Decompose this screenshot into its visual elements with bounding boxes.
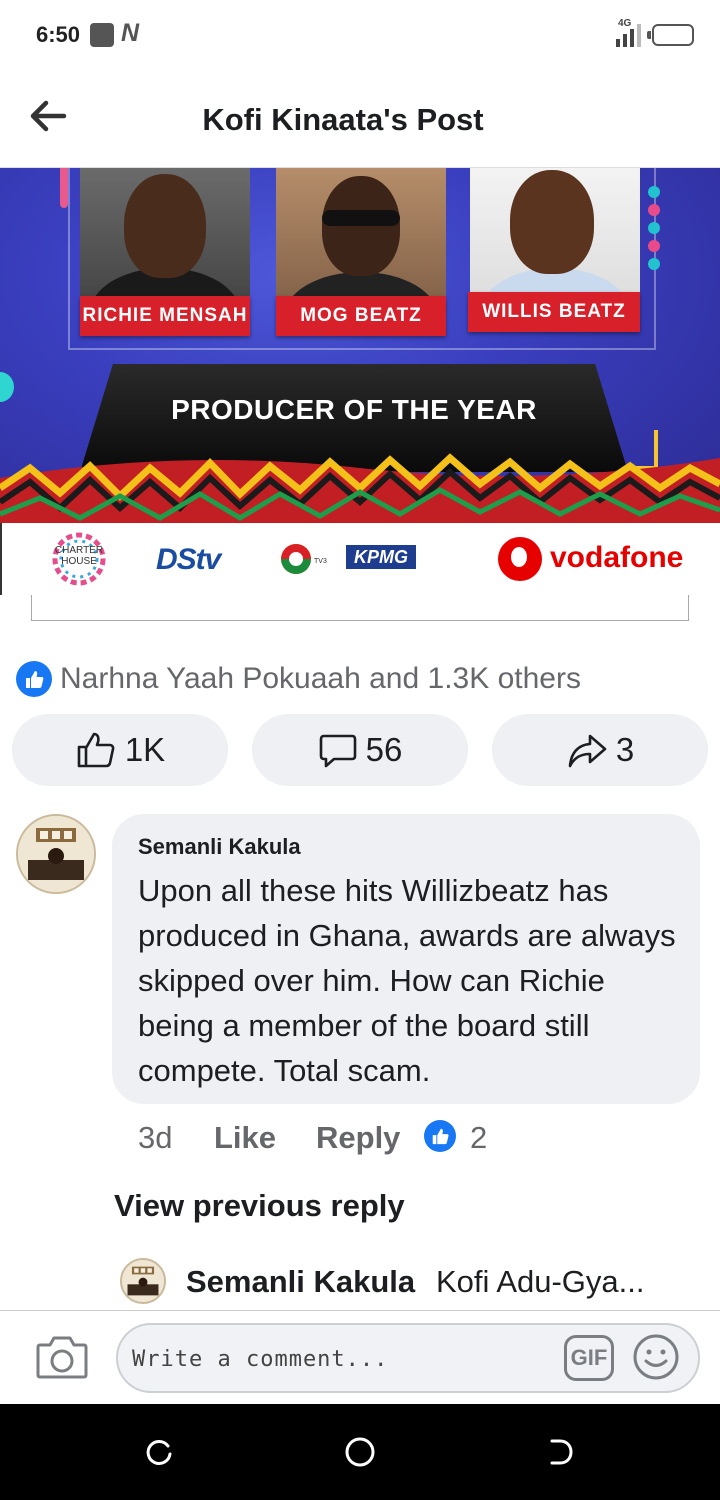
comment-reply-button[interactable]: Reply (316, 1120, 400, 1156)
vodafone-text: vodafone (550, 541, 684, 574)
gif-button[interactable]: GIF (564, 1335, 614, 1381)
decor-dots (648, 186, 662, 276)
comment-reaction-count[interactable]: 2 (470, 1120, 487, 1156)
system-nav-bar (0, 1404, 720, 1500)
page-title: Kofi Kinaata's Post (202, 102, 484, 137)
decor-ball (0, 372, 14, 402)
share-button[interactable]: 3 (492, 714, 708, 786)
reply-preview[interactable]: Semanli Kakula Kofi Adu-Gya... (120, 1258, 680, 1304)
post-header: Kofi Kinaata's Post (0, 70, 720, 168)
like-reaction-icon (16, 661, 52, 697)
sponsor-strip: CHARTER HOUSE DStv TV3 KPMG vodafone (0, 523, 720, 595)
notification-box-icon (90, 23, 114, 47)
comment-bubble-icon (319, 734, 356, 768)
tv3-logo: TV3 (281, 544, 327, 574)
comment-input[interactable]: Write a comment... GIF (116, 1323, 700, 1393)
comment-meta: 3d Like Reply 2 (138, 1118, 698, 1160)
comment-text: Upon all these hits Willizbeatz has prod… (138, 873, 676, 1088)
reply-text: Kofi Adu-Gya... (436, 1264, 645, 1299)
avatar[interactable] (16, 814, 96, 894)
comment-composer: Write a comment... GIF (0, 1310, 720, 1404)
kpmg-logo: KPMG (346, 545, 416, 569)
charter-house-text: CHARTER HOUSE (54, 545, 104, 567)
comment-button[interactable]: 56 (252, 714, 468, 786)
award-title: PRODUCER OF THE YEAR (171, 394, 537, 425)
like-reaction-icon[interactable] (424, 1120, 456, 1152)
comment-like-button[interactable]: Like (214, 1120, 276, 1156)
vodafone-logo-icon (498, 537, 542, 581)
decor-bar (60, 168, 68, 208)
post-frame (31, 595, 689, 621)
share-arrow-icon (568, 734, 607, 768)
like-count: 1K (124, 731, 166, 768)
comment-age: 3d (138, 1120, 173, 1155)
avatar[interactable] (120, 1258, 166, 1304)
reply-author[interactable]: Semanli Kakula (186, 1264, 415, 1300)
view-previous-reply-link[interactable]: View previous reply (114, 1188, 405, 1224)
nominee-name: RICHIE MENSAH (80, 296, 250, 336)
home-icon[interactable] (344, 1436, 376, 1468)
share-count: 3 (615, 731, 635, 768)
notification-n-icon: N (121, 19, 140, 47)
kente-cloth (0, 453, 720, 523)
reaction-summary[interactable]: Narhna Yaah Pokuaah and 1.3K others (16, 660, 581, 698)
nominee-name: MOG BEATZ (276, 296, 446, 336)
emoji-icon[interactable] (632, 1333, 680, 1381)
comment-count: 56 (365, 731, 403, 768)
comment-placeholder: Write a comment... (132, 1347, 389, 1372)
signal-icon (616, 24, 641, 47)
camera-icon[interactable] (36, 1333, 88, 1381)
comment-bubble[interactable]: Semanli Kakula Upon all these hits Willi… (112, 814, 700, 1104)
dstv-logo: DStv (156, 543, 221, 576)
status-bar: 6:50 N 4G (0, 0, 720, 70)
svg-text:TV3: TV3 (314, 558, 327, 565)
post-actions: 1K 56 3 (12, 714, 708, 786)
reaction-summary-text: Narhna Yaah Pokuaah and 1.3K others (60, 662, 581, 695)
back-nav-icon[interactable] (544, 1436, 576, 1468)
nominee-name: WILLIS BEATZ (468, 292, 640, 332)
like-button[interactable]: 1K (12, 714, 228, 786)
post-image[interactable]: RICHIE MENSAH MOG BEATZ WILLIS BEATZ PRO… (0, 168, 720, 523)
comment-author[interactable]: Semanli Kakula (138, 834, 301, 860)
thumbs-up-icon (77, 732, 115, 768)
recent-apps-icon[interactable] (144, 1436, 176, 1468)
battery-icon (647, 24, 694, 46)
status-time: 6:50 (36, 22, 81, 47)
